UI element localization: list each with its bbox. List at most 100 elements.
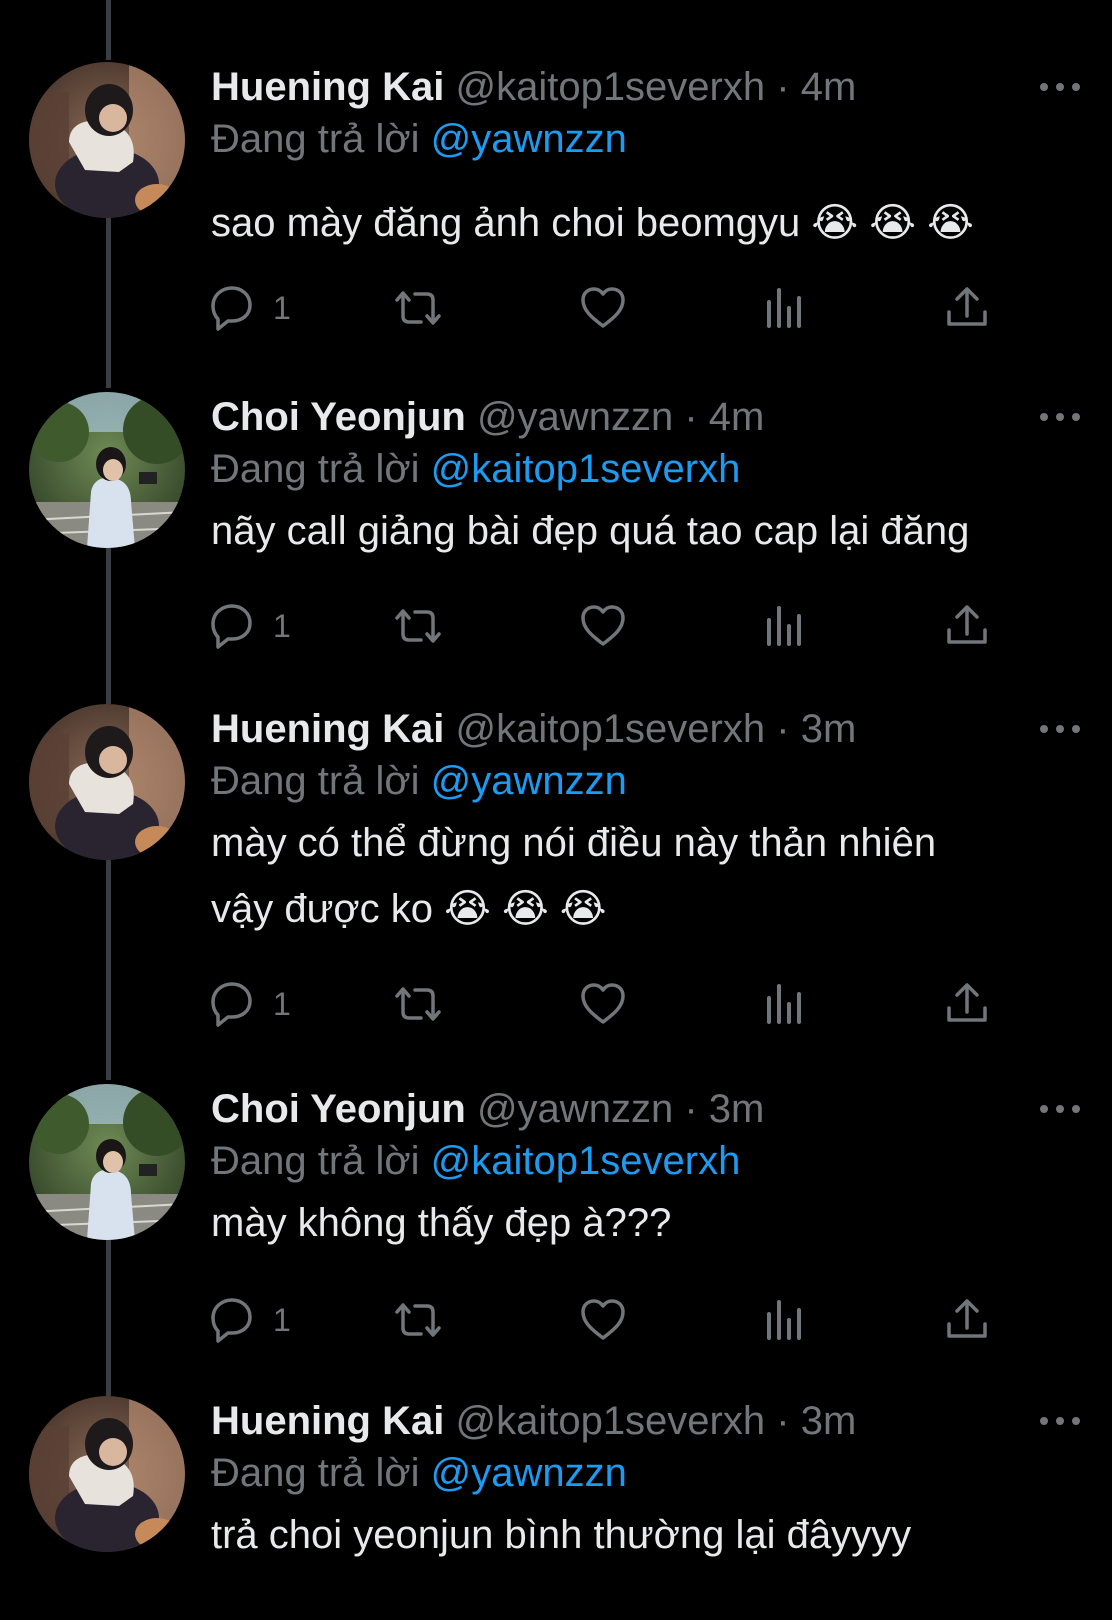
reply-icon — [211, 286, 252, 331]
avatar[interactable] — [29, 1084, 185, 1240]
display-name[interactable]: Huening Kai — [211, 707, 444, 751]
share-icon — [947, 605, 987, 644]
tweet-text-line: mày có thể đừng nói điều này thản nhiên — [211, 821, 937, 865]
retweet-icon — [395, 987, 441, 1021]
more-icon[interactable] — [1040, 392, 1080, 442]
like-icon — [581, 983, 625, 1024]
tweet-header: Huening Kai @kaitop1severxh · 4m — [211, 62, 856, 112]
tweet-text: mày có thể đừng nói điều này thản nhiên … — [211, 810, 1071, 942]
share-icon — [947, 287, 987, 326]
share-button[interactable] — [939, 1292, 995, 1348]
replying-to-label: Đang trả lời — [211, 117, 420, 161]
reply-count: 1 — [273, 607, 291, 644]
display-name[interactable]: Huening Kai — [211, 65, 444, 109]
share-icon — [947, 1299, 987, 1338]
separator: · — [776, 1399, 790, 1443]
mention-link[interactable]: @yawnzzn — [431, 759, 627, 803]
separator: · — [684, 1087, 698, 1131]
timestamp[interactable]: 3m — [709, 1087, 765, 1131]
timestamp[interactable]: 3m — [801, 1399, 857, 1443]
reply-count: 1 — [273, 289, 291, 326]
tweet-actions: 1 — [211, 1292, 1001, 1348]
handle[interactable]: @kaitop1severxh — [455, 1399, 765, 1443]
timestamp[interactable]: 4m — [709, 395, 765, 439]
views-button[interactable] — [757, 280, 813, 336]
share-button[interactable] — [939, 976, 995, 1032]
reply-button[interactable]: 1 — [203, 280, 291, 336]
tweet-header: Choi Yeonjun @yawnzzn · 4m — [211, 392, 764, 442]
handle[interactable]: @yawnzzn — [477, 395, 673, 439]
tweet-header: Huening Kai @kaitop1severxh · 3m — [211, 1396, 856, 1446]
more-icon[interactable] — [1040, 1084, 1080, 1134]
timestamp[interactable]: 4m — [801, 65, 857, 109]
reply-icon — [211, 604, 252, 649]
replying-to: Đang trả lời @kaitop1severxh — [211, 1136, 740, 1186]
avatar[interactable] — [29, 1396, 185, 1552]
handle[interactable]: @kaitop1severxh — [455, 707, 765, 751]
mention-link[interactable]: @kaitop1severxh — [431, 1139, 741, 1183]
share-button[interactable] — [939, 598, 995, 654]
views-icon — [767, 606, 801, 646]
replying-to: Đang trả lời @yawnzzn — [211, 114, 627, 164]
like-icon — [581, 1299, 625, 1340]
tweet-text: mày không thấy đẹp à??? — [211, 1201, 672, 1245]
tweet-actions: 1 — [211, 280, 1001, 336]
replying-to-label: Đang trả lời — [211, 1139, 420, 1183]
like-button[interactable] — [575, 280, 631, 336]
thread-line-4 — [106, 1240, 111, 1396]
avatar[interactable] — [29, 392, 185, 548]
display-name[interactable]: Choi Yeonjun — [211, 395, 466, 439]
mention-link[interactable]: @kaitop1severxh — [431, 447, 741, 491]
display-name[interactable]: Huening Kai — [211, 1399, 444, 1443]
tweet-text-line: vậy được ko 😭 😭 😭 — [211, 887, 607, 931]
tweet-header: Huening Kai @kaitop1severxh · 3m — [211, 704, 856, 754]
replying-to-label: Đang trả lời — [211, 1451, 420, 1495]
mention-link[interactable]: @yawnzzn — [431, 117, 627, 161]
views-icon — [767, 1300, 801, 1340]
like-icon — [581, 605, 625, 646]
reply-button[interactable]: 1 — [203, 598, 291, 654]
replying-to: Đang trả lời @kaitop1severxh — [211, 444, 740, 494]
thread-line-3 — [106, 858, 111, 1080]
share-icon — [947, 983, 987, 1022]
tweet-actions: 1 — [211, 598, 1001, 654]
display-name[interactable]: Choi Yeonjun — [211, 1087, 466, 1131]
handle[interactable]: @kaitop1severxh — [455, 65, 765, 109]
mention-link[interactable]: @yawnzzn — [431, 1451, 627, 1495]
retweet-icon — [395, 1303, 441, 1337]
retweet-button[interactable] — [387, 598, 449, 654]
more-icon[interactable] — [1040, 1396, 1080, 1446]
reply-button[interactable]: 1 — [203, 1292, 291, 1348]
tweet-header: Choi Yeonjun @yawnzzn · 3m — [211, 1084, 764, 1134]
like-button[interactable] — [575, 1292, 631, 1348]
reply-count: 1 — [273, 1301, 291, 1338]
views-button[interactable] — [757, 598, 813, 654]
thread-line-2 — [106, 546, 111, 704]
retweet-button[interactable] — [387, 976, 449, 1032]
replying-to: Đang trả lời @yawnzzn — [211, 1448, 627, 1498]
replying-to-label: Đang trả lời — [211, 447, 420, 491]
views-button[interactable] — [757, 976, 813, 1032]
like-icon — [581, 287, 625, 328]
avatar[interactable] — [29, 62, 185, 218]
more-icon[interactable] — [1040, 704, 1080, 754]
retweet-button[interactable] — [387, 1292, 449, 1348]
like-button[interactable] — [575, 598, 631, 654]
timestamp[interactable]: 3m — [801, 707, 857, 751]
thread-line-top — [106, 0, 111, 60]
handle[interactable]: @yawnzzn — [477, 1087, 673, 1131]
share-button[interactable] — [939, 280, 995, 336]
reply-button[interactable]: 1 — [203, 976, 291, 1032]
replying-to-label: Đang trả lời — [211, 759, 420, 803]
more-icon[interactable] — [1040, 62, 1080, 112]
separator: · — [776, 65, 790, 109]
retweet-icon — [395, 291, 441, 325]
avatar[interactable] — [29, 704, 185, 860]
separator: · — [776, 707, 790, 751]
tweet-actions: 1 — [211, 976, 1001, 1032]
tweet-text: sao mày đăng ảnh choi beomgyu 😭 😭 😭 — [211, 201, 974, 245]
tweet-text: nãy call giảng bài đẹp quá tao cap lại đ… — [211, 509, 970, 553]
views-button[interactable] — [757, 1292, 813, 1348]
retweet-button[interactable] — [387, 280, 449, 336]
like-button[interactable] — [575, 976, 631, 1032]
